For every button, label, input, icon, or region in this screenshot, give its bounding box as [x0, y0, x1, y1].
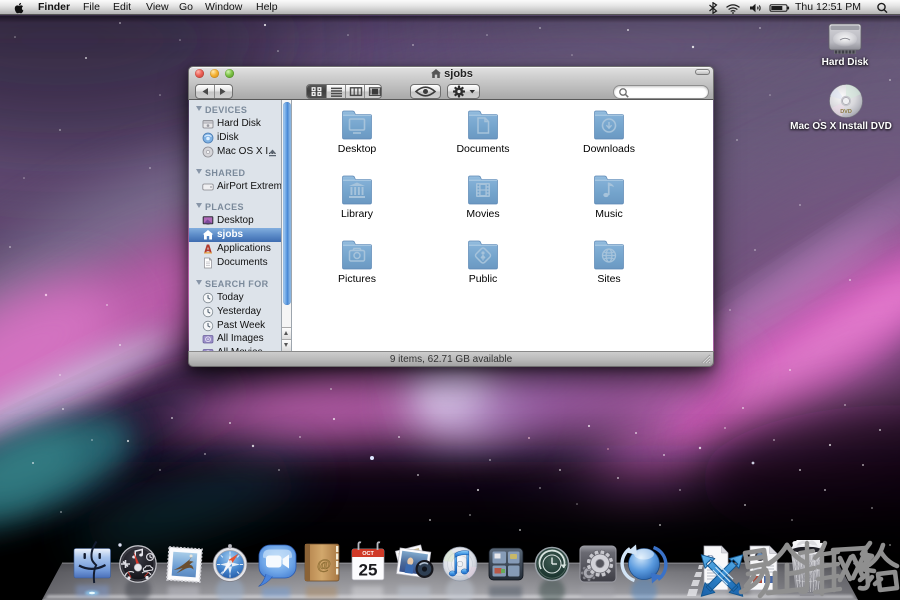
svg-text:25: 25 — [359, 561, 378, 580]
svg-text:@: @ — [317, 557, 331, 573]
svg-text:OCT: OCT — [362, 551, 374, 557]
svg-text:DVD: DVD — [840, 109, 852, 115]
